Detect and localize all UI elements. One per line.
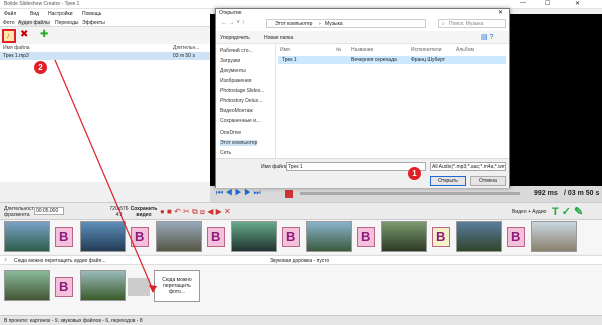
open-dialog: Открытие ✕ ← → ˅ ↑ Этот компьютер › Музы… bbox=[215, 8, 510, 188]
nav-this-pc[interactable]: Этот компьютер bbox=[220, 140, 258, 146]
dialog-close-icon[interactable]: ✕ bbox=[498, 9, 503, 16]
nav-onedrive[interactable]: OneDrive bbox=[220, 130, 241, 136]
col-album[interactable]: Альбом bbox=[456, 47, 474, 53]
search-field[interactable]: ⌕ Поиск: Музыка bbox=[438, 19, 506, 28]
view-icon[interactable]: ▤ ? bbox=[481, 33, 493, 41]
address-field[interactable]: Этот компьютер › Музыка bbox=[266, 19, 426, 28]
col-name[interactable]: Имя bbox=[280, 47, 290, 53]
step-badge-1: 1 bbox=[408, 167, 421, 180]
nav-images[interactable]: Изображения bbox=[220, 78, 251, 84]
col-title[interactable]: Название bbox=[351, 47, 373, 53]
search-placeholder: Поиск: Музыка bbox=[449, 21, 484, 27]
file-name: Трек 1 bbox=[282, 57, 297, 63]
nav-photostory[interactable]: Photostory Delux... bbox=[220, 98, 262, 104]
step-badge-2: 2 bbox=[34, 61, 47, 74]
filetype-select[interactable]: All Audio(*.mp3;*.aac;*.m4a;*.wma) bbox=[430, 162, 506, 171]
path-music[interactable]: Музыка bbox=[325, 21, 343, 27]
open-button[interactable]: Открыть bbox=[430, 176, 466, 186]
file-title: Вечерняя серенада bbox=[351, 57, 397, 63]
col-number[interactable]: № bbox=[336, 47, 341, 53]
dialog-file-list: Имя № Название Исполнители Альбом Трек 1… bbox=[276, 44, 509, 158]
nav-arrows-icon[interactable]: ← → ˅ ↑ bbox=[221, 20, 245, 26]
dialog-toolbar: Упорядочить Новая папка ▤ ? bbox=[216, 31, 509, 44]
nav-photostage[interactable]: Photostage Slides... bbox=[220, 88, 264, 94]
col-artists[interactable]: Исполнители bbox=[411, 47, 442, 53]
filename-label: Имя файла: bbox=[261, 164, 289, 170]
dialog-bottom: Имя файла: Трек 1 All Audio(*.mp3;*.aac;… bbox=[216, 158, 509, 188]
search-icon: ⌕ bbox=[442, 21, 445, 27]
nav-network[interactable]: Сеть bbox=[220, 150, 231, 156]
nav-videomontazh[interactable]: ВидеоМонтаж bbox=[220, 108, 253, 114]
path-computer[interactable]: Этот компьютер bbox=[275, 21, 312, 27]
nav-desktop[interactable]: Рабочий сто... bbox=[220, 48, 253, 54]
dialog-addressbar: ← → ˅ ↑ Этот компьютер › Музыка ⌕ Поиск:… bbox=[216, 17, 509, 31]
dialog-title: Открытие bbox=[219, 10, 242, 16]
nav-documents[interactable]: Документы bbox=[220, 68, 246, 74]
new-folder-button[interactable]: Новая папка bbox=[264, 35, 293, 41]
filename-input[interactable]: Трек 1 bbox=[286, 162, 426, 171]
cancel-button[interactable]: Отмена bbox=[470, 176, 506, 186]
file-row[interactable]: Трек 1 Вечерняя серенада Франц Шуберт bbox=[278, 56, 506, 64]
nav-downloads[interactable]: Загрузки bbox=[220, 58, 240, 64]
dialog-nav-pane: Рабочий сто... Загрузки Документы Изобра… bbox=[216, 44, 276, 158]
nav-saved[interactable]: Сохраненные и... bbox=[220, 118, 260, 124]
organize-button[interactable]: Упорядочить bbox=[220, 35, 250, 41]
file-artist: Франц Шуберт bbox=[411, 57, 446, 63]
dialog-titlebar: Открытие ✕ bbox=[216, 9, 509, 17]
